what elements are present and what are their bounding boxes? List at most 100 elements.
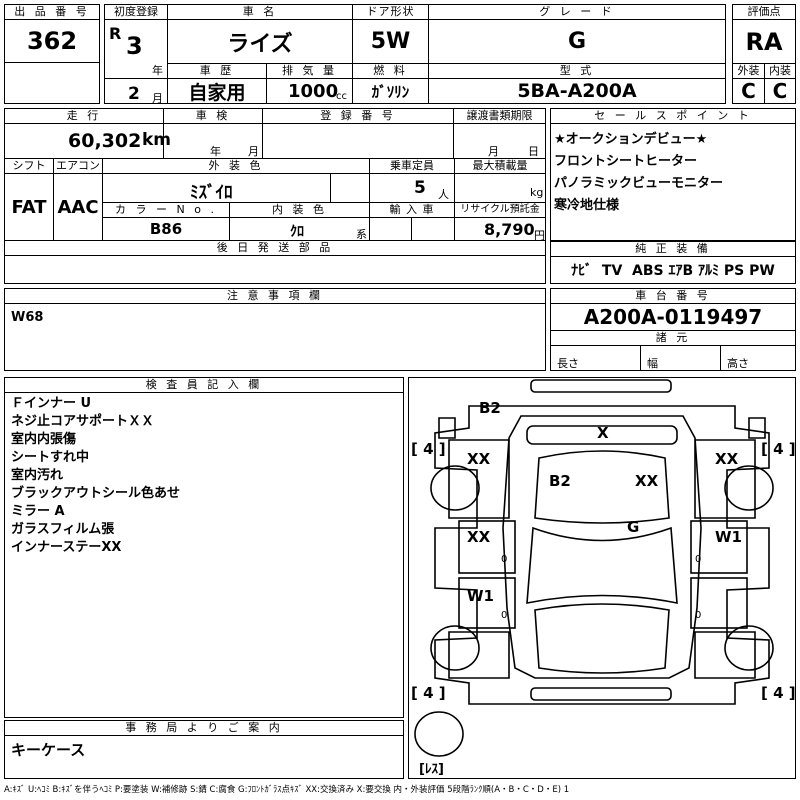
int-label: 内装 <box>764 63 796 79</box>
mark-right-door: W1 <box>715 528 742 546</box>
month: 2 <box>128 84 140 104</box>
car-name-label: 車 名 <box>167 4 353 20</box>
score-label: 評価点 <box>732 4 796 20</box>
load-label: 最大積載量 <box>454 158 546 174</box>
notes-label: 注 意 事 項 欄 <box>4 288 546 304</box>
equipment-items: ﾅﾋﾞ TV ABS ｴｱB ｱﾙﾐ PS PW <box>550 256 796 284</box>
mark-hood-left: B2 <box>549 472 571 490</box>
ext-color-label: 外 装 色 <box>102 158 370 174</box>
spare-tire: [ﾚｽ] <box>419 762 444 777</box>
score: RA <box>732 19 796 64</box>
month-unit: 月 <box>152 92 163 105</box>
spec-width: 幅 <box>640 345 721 371</box>
capacity-unit: 人 <box>438 188 449 201</box>
office-label: 事 務 局 よ り ご 案 内 <box>4 720 404 736</box>
model-label: 型 式 <box>428 63 726 79</box>
history: 自家用 <box>167 78 267 104</box>
height-label: 高さ <box>727 357 749 370</box>
chassis-label: 車 台 番 号 <box>550 288 796 304</box>
door-type: 5W <box>352 19 429 64</box>
plate-box <box>262 123 454 159</box>
color-no-label: カ ラ ー N o . <box>102 202 230 218</box>
inspector-line-3: 室内内張傷 <box>11 432 77 447</box>
lot-blank <box>4 62 100 104</box>
later-parts-box <box>4 255 546 284</box>
car-diagram: B2 X XX XX B2 XX G XX 0 W1 0 W1 0 0 [ 4 … <box>408 377 796 779</box>
inspector-line-9: インナーステーXX <box>11 540 122 555</box>
recycle: 8,790 <box>484 220 535 239</box>
mark-left-fender: XX <box>467 450 491 468</box>
width-label: 幅 <box>647 357 658 370</box>
legend: A:ｷｽﾞ U:ﾍｺﾐ B:ｷｽﾞを伴うﾍｺﾐ P:要塗装 W:補修跡 S:錆 … <box>4 785 570 795</box>
mark-right-fender: XX <box>715 450 739 468</box>
import-box <box>369 217 455 241</box>
first-reg-divider <box>104 78 168 79</box>
tire-tr: [ 4 ] <box>761 440 796 458</box>
lot-label: 出 品 番 号 <box>4 4 100 20</box>
mileage: 60,302 <box>68 130 142 152</box>
inspector-label: 検 査 員 記 入 欄 <box>4 377 404 393</box>
displacement: 1000 <box>288 81 339 102</box>
int-color-label: 内 装 色 <box>229 202 370 218</box>
mark-hood-right: XX <box>635 472 659 490</box>
inspection-label: 車 検 <box>163 108 263 124</box>
int-score: C <box>764 78 796 104</box>
ext-color-split <box>330 173 331 203</box>
ext-label: 外装 <box>732 63 765 79</box>
mark-right-rear-small: 0 <box>695 610 702 621</box>
grade-label: グ レ ー ド <box>428 4 726 20</box>
import-label: 輸 入 車 <box>369 202 455 218</box>
spec-length: 長さ <box>550 345 641 371</box>
notes-box: W68 <box>4 303 546 371</box>
inspector-box: Ｆインナー U ネジ止コアサポートＸＸ 室内内張傷 シートすれ中 室内汚れ ブラ… <box>4 392 404 718</box>
shift: FAT <box>4 173 54 241</box>
spec-label: 諸 元 <box>550 330 796 346</box>
color-no: B86 <box>102 217 230 241</box>
insp-year-unit: 年 <box>210 145 221 158</box>
sales-label: セ ー ル ス ポ イ ン ト <box>550 108 796 124</box>
sales-point-3: パノラミックビューモニター <box>554 176 724 191</box>
fuel: ｶﾞｿﾘﾝ <box>352 78 429 104</box>
recycle-label: リサイクル預託金 <box>454 202 546 218</box>
mid-block: 走 行 60,302 km 車 検 年 月 登 録 番 号 譲渡書類期限 月 日… <box>4 108 546 284</box>
door-label: ドア形状 <box>352 4 429 20</box>
insp-month-unit: 月 <box>248 145 259 158</box>
fuel-label: 燃 料 <box>352 63 429 79</box>
transfer-label: 譲渡書類期限 <box>453 108 546 124</box>
int-color: ｸﾛ <box>290 224 304 240</box>
capacity: 5 <box>414 178 426 198</box>
transfer-day-unit: 日 <box>528 145 539 158</box>
inspector-line-6: ブラックアウトシール色あせ <box>11 486 181 501</box>
mark-left-rear-door: W1 <box>467 587 494 605</box>
ext-color: ﾐｽﾞｲﾛ <box>190 183 233 203</box>
load-unit: kg <box>530 186 544 199</box>
sales-point-4: 寒冷地仕様 <box>554 198 620 213</box>
model: 5BA-A200A <box>428 78 726 104</box>
capacity-label: 乗車定員 <box>369 158 455 174</box>
later-parts-label: 後 日 発 送 部 品 <box>4 240 546 256</box>
lot-number: 362 <box>4 19 100 63</box>
tire-tl: [ 4 ] <box>411 440 446 458</box>
shift-label: シフト <box>4 158 54 174</box>
mark-front-glass: G <box>627 518 640 536</box>
sales-point-1: ★オークションデビュー★ <box>554 132 708 147</box>
mark-right-door-small: 0 <box>695 554 702 565</box>
inspector-line-2: ネジ止コアサポートＸＸ <box>11 414 155 429</box>
year-unit: 年 <box>152 64 163 77</box>
displacement-unit: cc <box>336 91 347 102</box>
length-label: 長さ <box>557 357 579 370</box>
displacement-label: 排 気 量 <box>266 63 353 79</box>
car-name: ライズ <box>167 19 353 64</box>
plate-label: 登 録 番 号 <box>262 108 454 124</box>
inspector-line-8: ガラスフィルム張 <box>11 522 115 537</box>
first-reg-label: 初度登録 <box>104 4 168 20</box>
sales-box: ★オークションデビュー★ フロントシートヒーター パノラミックビューモニター 寒… <box>550 123 796 241</box>
ac-label: エアコン <box>53 158 103 174</box>
era: R <box>109 24 122 43</box>
tire-br: [ 4 ] <box>761 684 796 702</box>
era-year: 3 <box>126 32 143 60</box>
spec-height: 高さ <box>720 345 796 371</box>
tire-bl: [ 4 ] <box>411 684 446 702</box>
grade: G <box>428 19 726 64</box>
chassis-number: A200A-0119497 <box>550 303 796 331</box>
